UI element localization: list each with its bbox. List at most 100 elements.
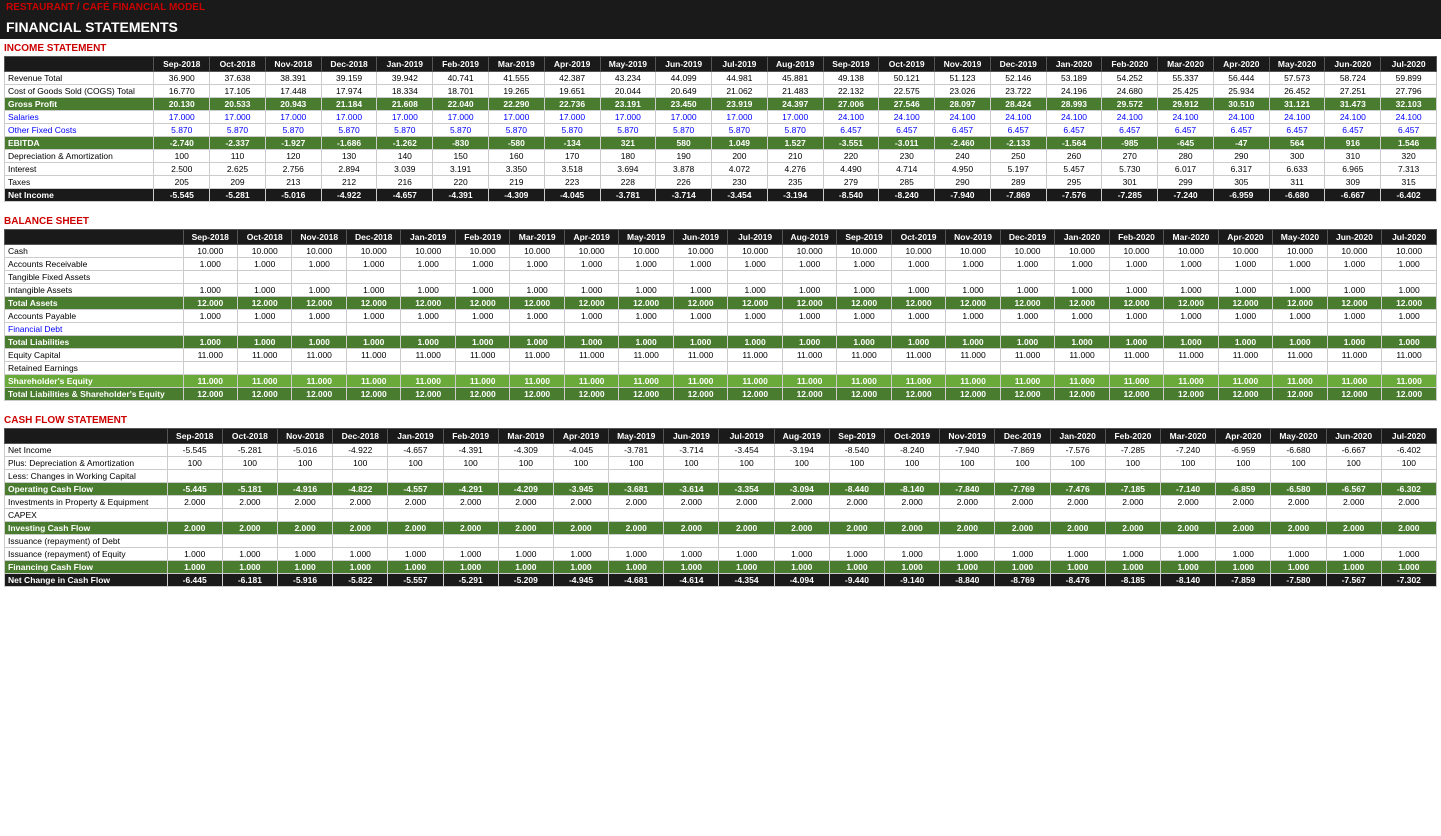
cell-3-8: 17.000 [600, 111, 656, 124]
cell-9-3 [346, 362, 400, 375]
table-row: Salaries17.00017.00017.00017.00017.00017… [5, 111, 1437, 124]
cell-1-11: 1.000 [782, 258, 836, 271]
row-label: Net Change in Cash Flow [5, 574, 168, 587]
col-header-7: Apr-2019 [553, 429, 608, 444]
cell-0-2: -5.016 [277, 444, 332, 457]
cell-11-15: 12.000 [1000, 388, 1054, 401]
cell-2-8: 23.191 [600, 98, 656, 111]
top-bar: RESTAURANT / CAFÉ FINANCIAL MODEL [0, 0, 1441, 15]
cell-3-22: -6.302 [1381, 483, 1436, 496]
section-title: BALANCE SHEET [4, 216, 1437, 227]
col-header-13: Oct-2019 [879, 57, 935, 72]
cell-9-9: -3.714 [656, 189, 712, 202]
cell-8-8: 1.000 [609, 548, 664, 561]
cell-1-9: 100 [664, 457, 719, 470]
cell-10-19: 11.000 [1218, 375, 1272, 388]
cell-0-22: 59.899 [1381, 72, 1437, 85]
col-header-17: Feb-2020 [1109, 230, 1163, 245]
col-header-14: Nov-2019 [935, 57, 991, 72]
row-label: Total Liabilities [5, 336, 184, 349]
cell-7-0 [167, 535, 222, 548]
cell-11-19: 12.000 [1218, 388, 1272, 401]
cell-3-14: -7.840 [940, 483, 995, 496]
cell-6-20 [1273, 323, 1327, 336]
cell-9-0: 1.000 [167, 561, 222, 574]
col-header-label [5, 429, 168, 444]
cell-2-1 [238, 271, 292, 284]
row-label: Equity Capital [5, 349, 184, 362]
col-header-22: Jul-2020 [1381, 57, 1437, 72]
cell-1-17: 24.680 [1102, 85, 1158, 98]
cell-8-17: 11.000 [1109, 349, 1163, 362]
cell-5-19 [1216, 509, 1271, 522]
col-header-17: Feb-2020 [1102, 57, 1158, 72]
cell-8-0: 1.000 [167, 548, 222, 561]
cell-2-9 [664, 470, 719, 483]
table-row: Net Change in Cash Flow-6.445-6.181-5.91… [5, 574, 1437, 587]
cell-1-20: 26.452 [1269, 85, 1325, 98]
cell-2-4 [401, 271, 455, 284]
cell-4-8: 5.870 [600, 124, 656, 137]
cell-7-10: 1.000 [728, 336, 782, 349]
cell-7-4 [388, 535, 443, 548]
cell-4-12: 12.000 [837, 297, 891, 310]
cell-8-14: 290 [935, 176, 991, 189]
cell-5-13 [885, 509, 940, 522]
cell-5-1: -2.337 [210, 137, 266, 150]
cell-7-4: 3.039 [377, 163, 433, 176]
cell-10-2: -5.916 [277, 574, 332, 587]
cell-6-12: 2.000 [829, 522, 884, 535]
cell-8-21: 1.000 [1326, 548, 1381, 561]
cell-5-19: 1.000 [1218, 310, 1272, 323]
cell-2-14 [946, 271, 1000, 284]
cell-4-4: 12.000 [401, 297, 455, 310]
col-header-6: Mar-2019 [498, 429, 553, 444]
cell-5-18 [1160, 509, 1215, 522]
cell-2-10: 23.919 [712, 98, 768, 111]
cell-1-10: 21.062 [712, 85, 768, 98]
table-row: Investing Cash Flow2.0002.0002.0002.0002… [5, 522, 1437, 535]
col-header-2: Nov-2018 [292, 230, 346, 245]
cell-3-2: 17.000 [265, 111, 321, 124]
cell-1-6: 19.265 [488, 85, 544, 98]
cell-9-20: 1.000 [1271, 561, 1326, 574]
cell-7-17: 5.730 [1102, 163, 1158, 176]
cell-7-3: 2.894 [321, 163, 377, 176]
cell-2-16 [1050, 470, 1105, 483]
cell-0-8: -3.781 [609, 444, 664, 457]
cashflow-statement-section: CASH FLOW STATEMENTSep-2018Oct-2018Nov-2… [0, 411, 1441, 589]
col-header-19: Apr-2020 [1218, 230, 1272, 245]
table-row: Accounts Payable1.0001.0001.0001.0001.00… [5, 310, 1437, 323]
cell-9-22 [1382, 362, 1437, 375]
cell-4-10: 12.000 [728, 297, 782, 310]
cell-5-14 [940, 509, 995, 522]
cell-4-15: 12.000 [1000, 297, 1054, 310]
cell-9-22: 1.000 [1381, 561, 1436, 574]
cell-3-16: 1.000 [1055, 284, 1109, 297]
cell-8-10: 1.000 [719, 548, 774, 561]
table-row: Other Fixed Costs5.8705.8705.8705.8705.8… [5, 124, 1437, 137]
cell-9-22: -6.402 [1381, 189, 1437, 202]
cell-10-15: 11.000 [1000, 375, 1054, 388]
cell-4-6: 2.000 [498, 496, 553, 509]
cell-8-15: 289 [990, 176, 1046, 189]
cell-5-7 [553, 509, 608, 522]
cell-8-16: 295 [1046, 176, 1102, 189]
cell-2-17 [1105, 470, 1160, 483]
cell-3-3: 17.000 [321, 111, 377, 124]
col-header-9: Jun-2019 [656, 57, 712, 72]
cell-3-18: -7.140 [1160, 483, 1215, 496]
cell-8-22: 1.000 [1381, 548, 1436, 561]
cell-9-2: 1.000 [277, 561, 332, 574]
cell-6-6: 160 [488, 150, 544, 163]
cell-8-16: 11.000 [1055, 349, 1109, 362]
cell-9-18 [1164, 362, 1218, 375]
cell-3-15: -7.769 [995, 483, 1050, 496]
row-label: Retained Earnings [5, 362, 184, 375]
cell-8-2: 213 [265, 176, 321, 189]
cell-3-4: 1.000 [401, 284, 455, 297]
cell-4-6: 12.000 [510, 297, 564, 310]
cell-9-5: -4.391 [433, 189, 489, 202]
cell-6-0: 2.000 [167, 522, 222, 535]
cell-1-9: 1.000 [673, 258, 727, 271]
